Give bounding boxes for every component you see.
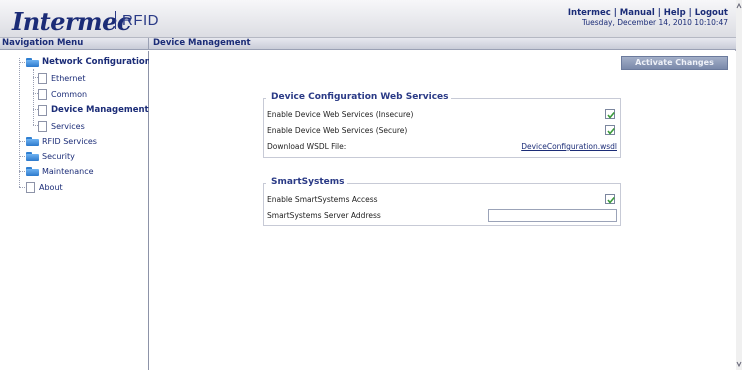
nav-item-rfid-services[interactable]: RFID Services bbox=[26, 134, 97, 148]
nav-item-security[interactable]: Security bbox=[26, 149, 75, 163]
product-name: RFID bbox=[122, 12, 159, 29]
nav-item-label: Maintenance bbox=[42, 166, 94, 176]
page-icon bbox=[38, 104, 47, 116]
download-wsdl-label: Download WSDL File: bbox=[267, 142, 347, 151]
web-services-legend: Device Configuration Web Services bbox=[269, 92, 451, 102]
download-wsdl-row: Download WSDL File: DeviceConfiguration.… bbox=[267, 139, 617, 155]
page-icon bbox=[38, 72, 47, 84]
current-datetime: Tuesday, December 14, 2010 10:10:47 bbox=[581, 18, 728, 27]
smartsystems-access-label: Enable SmartSystems Access bbox=[267, 195, 378, 204]
nav-item-label: Network Configuration bbox=[42, 57, 151, 67]
smartsystems-group: SmartSystems Enable SmartSystems Access … bbox=[263, 177, 621, 226]
nav-item-services[interactable]: Services bbox=[38, 119, 85, 133]
scroll-down-icon[interactable] bbox=[736, 360, 742, 368]
title-bar: Navigation Menu Device Management bbox=[0, 38, 736, 50]
server-address-label: SmartSystems Server Address bbox=[267, 211, 381, 220]
intermec-logo: Intermec bbox=[12, 7, 131, 36]
insecure-services-label: Enable Device Web Services (Insecure) bbox=[267, 110, 414, 119]
page-title: Device Management bbox=[153, 38, 251, 48]
nav-item-label: RFID Services bbox=[42, 136, 97, 146]
logo-divider bbox=[115, 11, 116, 29]
manual-link[interactable]: Manual bbox=[620, 8, 655, 18]
smartsystems-access-row: Enable SmartSystems Access bbox=[267, 192, 617, 208]
nav-item-ethernet[interactable]: Ethernet bbox=[38, 71, 85, 85]
group-border bbox=[263, 98, 264, 158]
folder-icon bbox=[26, 151, 39, 161]
window-scrollbar[interactable] bbox=[736, 0, 742, 370]
group-border bbox=[263, 225, 621, 226]
checkmark-icon bbox=[607, 127, 615, 135]
nav-item-label: Services bbox=[51, 121, 85, 131]
group-border bbox=[620, 183, 621, 226]
nav-item-label: About bbox=[39, 182, 63, 192]
navigation-tree: Network Configuration Ethernet Common De… bbox=[0, 51, 151, 370]
group-border bbox=[620, 98, 621, 158]
nav-item-common[interactable]: Common bbox=[38, 87, 87, 101]
smartsystems-access-checkbox[interactable] bbox=[605, 194, 615, 204]
intermec-link[interactable]: Intermec bbox=[568, 8, 611, 18]
nav-item-network-configuration[interactable]: Network Configuration bbox=[26, 55, 151, 69]
server-address-input[interactable] bbox=[488, 209, 617, 222]
navigation-menu-title: Navigation Menu bbox=[2, 38, 84, 48]
nav-item-about[interactable]: About bbox=[26, 180, 63, 194]
smartsystems-legend: SmartSystems bbox=[269, 177, 347, 187]
web-services-group: Device Configuration Web Services Enable… bbox=[263, 92, 621, 158]
nav-item-label: Common bbox=[51, 89, 88, 99]
link-separator: | bbox=[610, 8, 620, 18]
logout-link[interactable]: Logout bbox=[695, 8, 728, 18]
checkmark-icon bbox=[607, 196, 615, 204]
link-separator: | bbox=[654, 8, 664, 18]
page-icon bbox=[38, 120, 47, 132]
folder-icon bbox=[26, 136, 39, 146]
nav-item-label: Security bbox=[42, 151, 75, 161]
title-divider bbox=[148, 38, 149, 50]
page-icon bbox=[38, 88, 47, 100]
group-border bbox=[263, 157, 621, 158]
header: Intermec RFID Intermec | Manual | Help |… bbox=[0, 0, 736, 38]
secure-services-checkbox[interactable] bbox=[605, 125, 615, 135]
wsdl-download-link[interactable]: DeviceConfiguration.wsdl bbox=[521, 142, 617, 151]
folder-icon bbox=[26, 57, 39, 67]
checkmark-icon bbox=[607, 111, 615, 119]
nav-item-maintenance[interactable]: Maintenance bbox=[26, 164, 94, 178]
help-link[interactable]: Help bbox=[664, 8, 686, 18]
nav-item-label: Device Management bbox=[51, 105, 149, 115]
insecure-services-row: Enable Device Web Services (Insecure) bbox=[267, 107, 617, 123]
insecure-services-checkbox[interactable] bbox=[605, 109, 615, 119]
server-address-row: SmartSystems Server Address bbox=[267, 208, 617, 224]
main-content: Activate Changes Device Configuration We… bbox=[149, 51, 736, 370]
app-window: Intermec RFID Intermec | Manual | Help |… bbox=[0, 0, 736, 370]
page-icon bbox=[26, 181, 35, 193]
activate-changes-button[interactable]: Activate Changes bbox=[621, 56, 728, 70]
scroll-up-icon[interactable] bbox=[736, 2, 742, 10]
nav-item-device-management[interactable]: Device Management bbox=[38, 103, 149, 117]
group-border bbox=[345, 183, 621, 184]
link-separator: | bbox=[685, 8, 695, 18]
group-border bbox=[441, 98, 621, 99]
top-links: Intermec | Manual | Help | Logout bbox=[568, 8, 728, 18]
nav-item-label: Ethernet bbox=[51, 73, 86, 83]
folder-icon bbox=[26, 166, 39, 176]
tree-connector bbox=[19, 58, 20, 187]
secure-services-label: Enable Device Web Services (Secure) bbox=[267, 126, 408, 135]
secure-services-row: Enable Device Web Services (Secure) bbox=[267, 123, 617, 139]
group-border bbox=[263, 183, 264, 226]
